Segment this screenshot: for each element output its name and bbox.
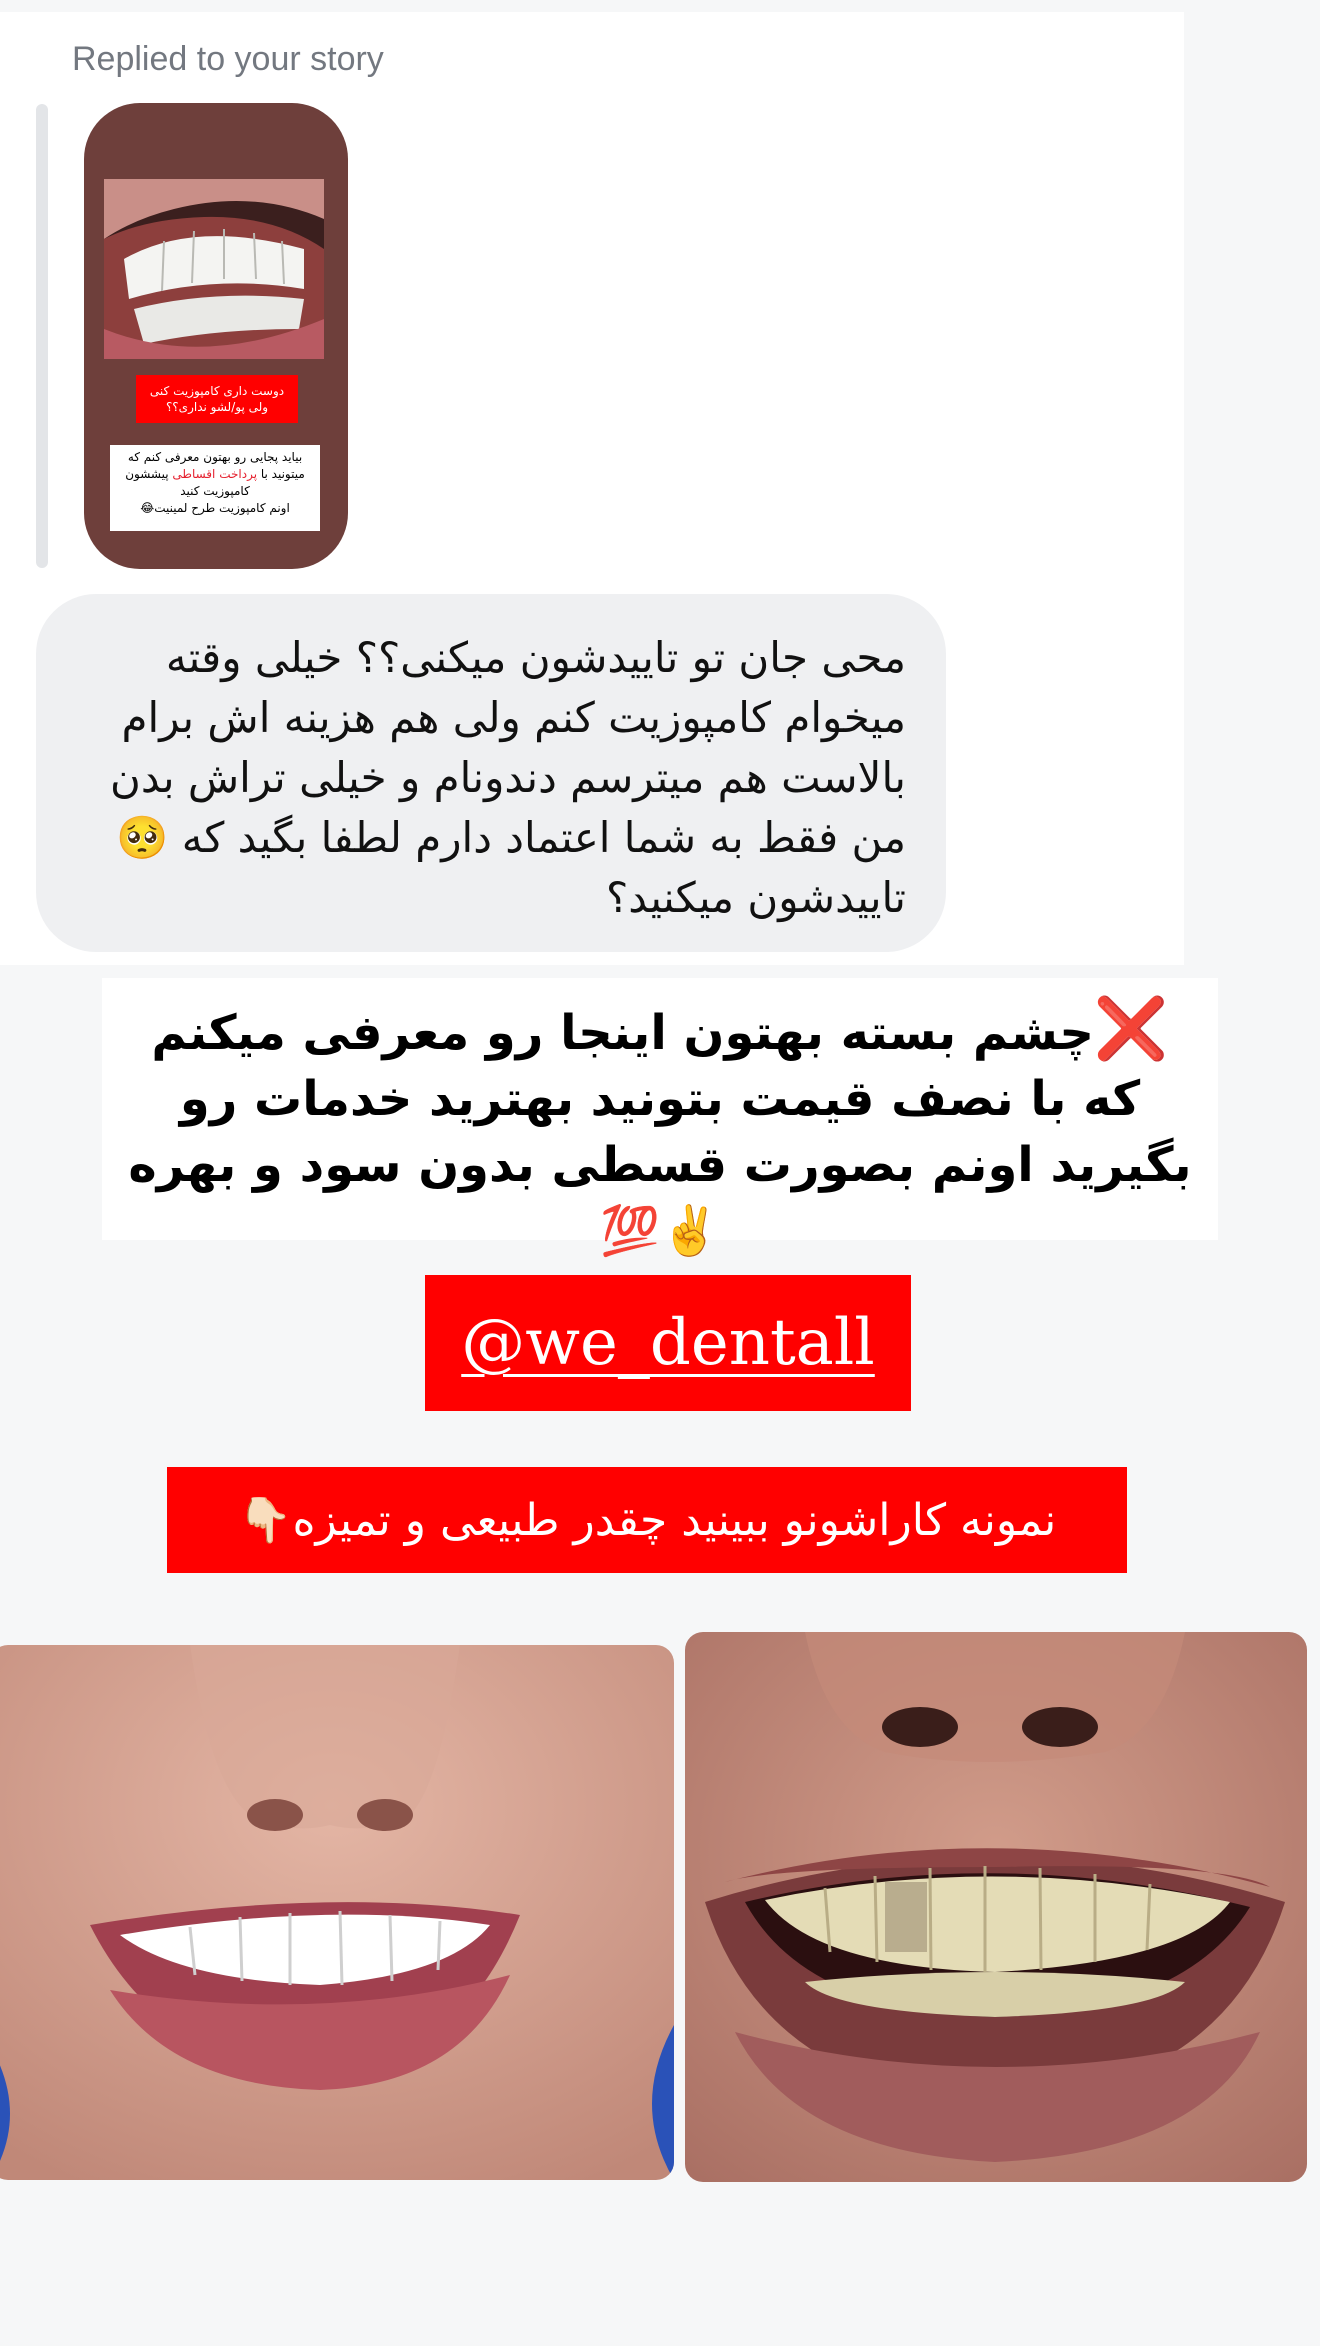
handle-banner: @we_dentall	[425, 1275, 911, 1411]
replied-to-story-label: Replied to your story	[72, 40, 384, 78]
after-smile-photo[interactable]	[0, 1645, 674, 2180]
story-caption-line: اونم کامپوزیت طرح لمینیت😂	[140, 501, 290, 515]
chat-panel: Replied to your story دوست داری کامپوزیت…	[0, 12, 1184, 965]
story-caption-text: پیششون	[125, 467, 173, 481]
message-bubble[interactable]: محی جان تو تاییدشون میکنی؟؟ خیلی وقته می…	[36, 594, 946, 952]
story-caption-highlight: پرداخت اقساطی	[172, 467, 258, 481]
story-caption-line: بیاید پجایی رو بهتون معرفی کنم که	[127, 450, 303, 464]
cross-mark-icon: ❌	[1093, 994, 1169, 1064]
headline-text: چشم بسته بهتون اینجا رو معرفی میکنم که ب…	[128, 1005, 1192, 1259]
story-caption-line: کامپوزیت کنید	[180, 484, 250, 498]
samples-caption-banner: نمونه کاراشونو ببینید چقدر طبیعی و تمیزه…	[167, 1467, 1127, 1573]
story-teeth-photo	[104, 179, 324, 359]
instagram-handle-link[interactable]: @we_dentall	[461, 1306, 875, 1380]
before-teeth-photo[interactable]	[685, 1632, 1307, 2182]
story-red-caption: دوست داری کامپوزیت کنی ولی پو/لشو نداری؟…	[136, 375, 298, 423]
headline-banner: ❌چشم بسته بهتون اینجا رو معرفی میکنم که …	[102, 978, 1218, 1259]
story-caption-text: میتونید با	[257, 467, 305, 481]
story-caption-line: میتونید با پرداخت اقساطی پیششون	[110, 466, 320, 483]
story-white-caption: بیاید پجایی رو بهتون معرفی کنم که میتونی…	[110, 445, 320, 531]
story-preview-thumbnail[interactable]: دوست داری کامپوزیت کنی ولی پو/لشو نداری؟…	[84, 103, 348, 569]
reply-indicator-bar	[36, 104, 48, 568]
